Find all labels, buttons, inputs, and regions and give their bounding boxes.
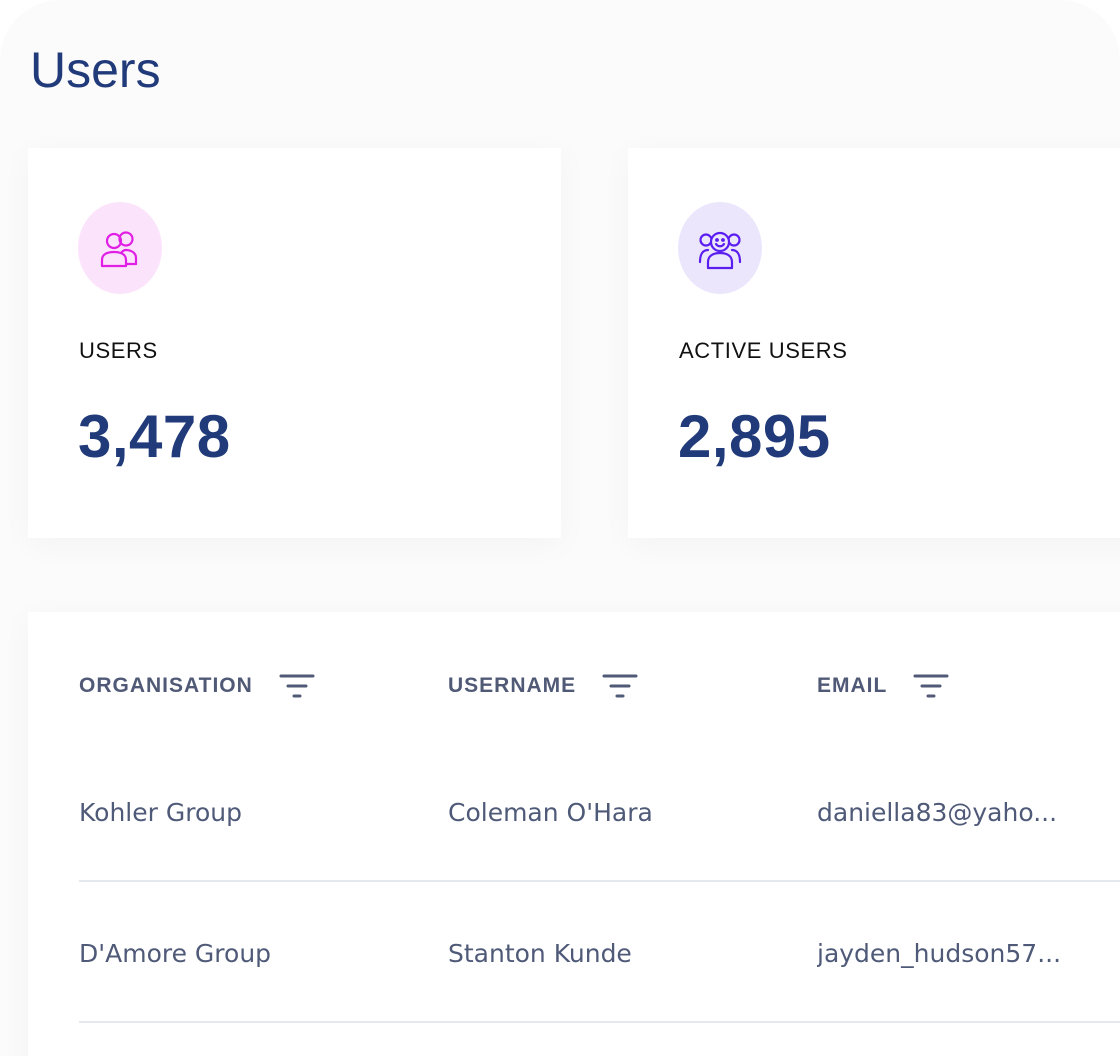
cell-organisation: Kohler Group: [79, 798, 242, 827]
stat-card-users: USERS 3,478: [28, 148, 561, 538]
stat-value-active-users: 2,895: [678, 403, 831, 470]
column-header-organisation: ORGANISATION: [79, 670, 315, 702]
cell-username: Coleman O'Hara: [448, 798, 653, 827]
active-users-icon: [678, 202, 762, 294]
page-title: Users: [30, 42, 161, 98]
table-row[interactable]: D'Amore Group Stanton Kunde jayden_hudso…: [79, 883, 1120, 1023]
stat-label-active-users: ACTIVE USERS: [679, 338, 848, 363]
users-icon: [78, 202, 162, 294]
stat-label-users: USERS: [79, 338, 158, 363]
cell-username: Stanton Kunde: [448, 939, 632, 968]
cell-organisation: D'Amore Group: [79, 939, 272, 968]
column-header-label: ORGANISATION: [79, 674, 253, 697]
users-table: ORGANISATION USERNAME EMAIL Kohler Group…: [28, 612, 1120, 1056]
stat-card-active-users: ACTIVE USERS 2,895: [628, 148, 1120, 538]
column-header-label: USERNAME: [448, 674, 577, 697]
cell-email: jayden_hudson57...: [817, 939, 1062, 968]
filter-icon[interactable]: [279, 672, 315, 700]
stat-value-users: 3,478: [78, 403, 231, 470]
row-divider: [79, 880, 1120, 882]
users-dashboard: Users USERS 3,478 ACTIVE USERS 2,895 ORG…: [0, 0, 1120, 1056]
filter-icon[interactable]: [913, 672, 949, 700]
filter-icon[interactable]: [602, 672, 638, 700]
column-header-email: EMAIL: [817, 670, 949, 702]
column-header-label: EMAIL: [817, 674, 888, 697]
column-header-username: USERNAME: [448, 670, 638, 702]
table-row[interactable]: Kohler Group Coleman O'Hara daniella83@y…: [79, 742, 1120, 882]
row-divider: [79, 1021, 1120, 1023]
cell-email: daniella83@yaho...: [817, 798, 1058, 827]
